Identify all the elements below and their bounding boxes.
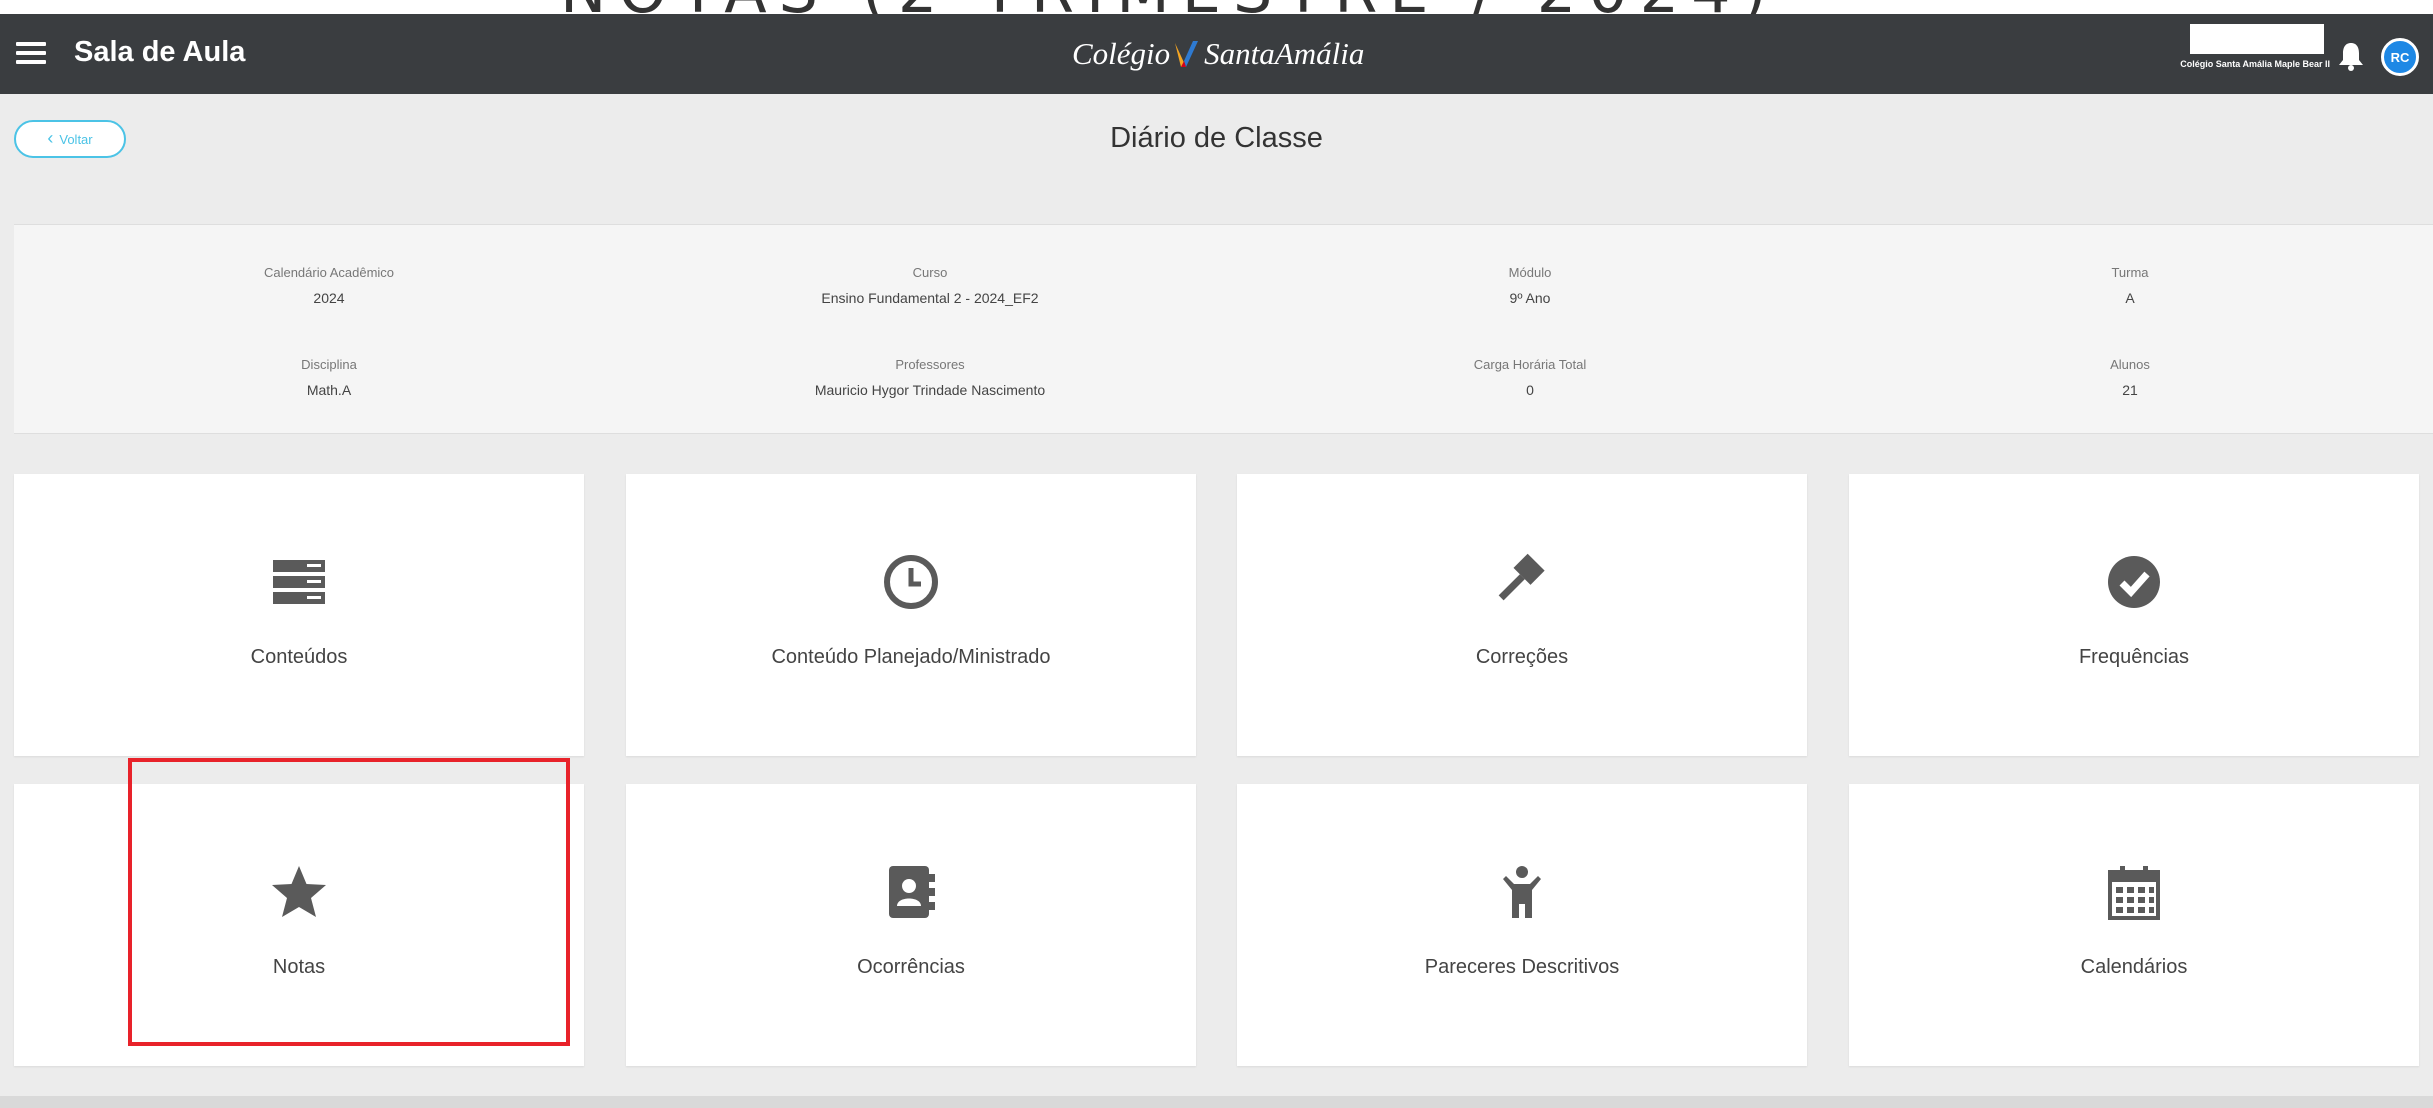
info-value: Ensino Fundamental 2 - 2024_EF2 bbox=[821, 290, 1039, 306]
calendar-icon bbox=[2108, 866, 2160, 920]
info-carga-horaria: Carga Horária Total 0 bbox=[1270, 357, 1790, 398]
next-row-edge bbox=[0, 1096, 2433, 1108]
clock-icon bbox=[884, 555, 938, 609]
info-curso: Curso Ensino Fundamental 2 - 2024_EF2 bbox=[670, 265, 1190, 306]
main-content: ‹ Voltar Diário de Classe Calendário Aca… bbox=[0, 94, 2433, 1108]
screen: NOTAS (2 TRIMESTRE / 2024) Sala de Aula … bbox=[0, 0, 2433, 1108]
info-label: Turma bbox=[2111, 265, 2149, 280]
menu-icon[interactable] bbox=[16, 42, 46, 64]
brand-logo: Colégio SantaAmália bbox=[1072, 34, 1364, 74]
info-label: Curso bbox=[912, 265, 948, 280]
avatar-initials: RC bbox=[2390, 49, 2410, 65]
tile-label: Correções bbox=[1475, 646, 1569, 668]
info-professores: Professores Mauricio Hygor Trindade Nasc… bbox=[670, 357, 1190, 398]
tile-label: Ocorrências bbox=[857, 956, 965, 978]
info-label: Calendário Acadêmico bbox=[263, 265, 395, 280]
info-value: 9º Ano bbox=[1509, 290, 1551, 306]
tile-label: Frequências bbox=[2078, 646, 2190, 668]
highlight-box bbox=[128, 758, 570, 1046]
info-value: Mauricio Hygor Trindade Nascimento bbox=[814, 382, 1046, 398]
tile-label: Conteúdo Planejado/Ministrado bbox=[771, 646, 1051, 668]
tile-ocorrencias[interactable]: Ocorrências bbox=[626, 784, 1196, 1066]
tile-calendarios[interactable]: Calendários bbox=[1849, 784, 2419, 1066]
tile-frequencias[interactable]: Frequências bbox=[1849, 474, 2419, 756]
avatar[interactable]: RC bbox=[2381, 38, 2419, 76]
app-title: Sala de Aula bbox=[74, 36, 246, 68]
info-label: Alunos bbox=[2110, 357, 2150, 372]
tile-label: Calendários bbox=[2080, 956, 2188, 978]
class-info-panel: Calendário Acadêmico 2024 Curso Ensino F… bbox=[14, 224, 2433, 434]
tile-correcoes[interactable]: Correções bbox=[1237, 474, 1807, 756]
info-label: Módulo bbox=[1508, 265, 1552, 280]
check-circle-icon bbox=[2108, 556, 2160, 608]
tile-label: Pareceres Descritivos bbox=[1424, 956, 1620, 978]
info-modulo: Módulo 9º Ano bbox=[1270, 265, 1790, 306]
info-label: Disciplina bbox=[301, 357, 357, 372]
user-name-box[interactable] bbox=[2190, 24, 2324, 54]
info-value: 2024 bbox=[313, 290, 345, 306]
gavel-icon bbox=[1498, 553, 1545, 601]
tile-label: Conteúdos bbox=[250, 646, 348, 668]
tile-conteudos[interactable]: Conteúdos bbox=[14, 474, 584, 756]
brand-text-santaamalia: SantaAmália bbox=[1204, 36, 1365, 71]
info-value: 21 bbox=[2122, 382, 2138, 398]
child-icon bbox=[1503, 866, 1541, 918]
brand-text-colegio: Colégio bbox=[1072, 36, 1171, 71]
tile-pareceres[interactable]: Pareceres Descritivos bbox=[1237, 784, 1807, 1066]
info-calendario: Calendário Acadêmico 2024 bbox=[69, 265, 589, 306]
user-school-label: Colégio Santa Amália Maple Bear II bbox=[2180, 59, 2330, 69]
bell-icon[interactable] bbox=[2336, 40, 2366, 72]
brand-mark-icon bbox=[1175, 41, 1199, 67]
info-disciplina: Disciplina Math.A bbox=[69, 357, 589, 398]
info-label: Carga Horária Total bbox=[1473, 357, 1587, 372]
info-label: Professores bbox=[895, 357, 965, 372]
page-title: Diário de Classe bbox=[1110, 122, 1323, 154]
cropped-heading-text: NOTAS (2 TRIMESTRE / 2024) bbox=[560, 0, 1779, 14]
info-value: 0 bbox=[1526, 382, 1534, 398]
info-value: A bbox=[2125, 290, 2135, 306]
info-turma: Turma A bbox=[1870, 265, 2390, 306]
app-header: Sala de Aula Colégio SantaAmália Colégio… bbox=[0, 14, 2433, 94]
list-icon bbox=[273, 560, 325, 604]
info-alunos: Alunos 21 bbox=[1870, 357, 2390, 398]
tile-conteudo-planejado[interactable]: Conteúdo Planejado/Ministrado bbox=[626, 474, 1196, 756]
address-book-icon bbox=[889, 866, 935, 918]
cropped-heading: NOTAS (2 TRIMESTRE / 2024) bbox=[0, 0, 2433, 14]
info-value: Math.A bbox=[306, 382, 352, 398]
